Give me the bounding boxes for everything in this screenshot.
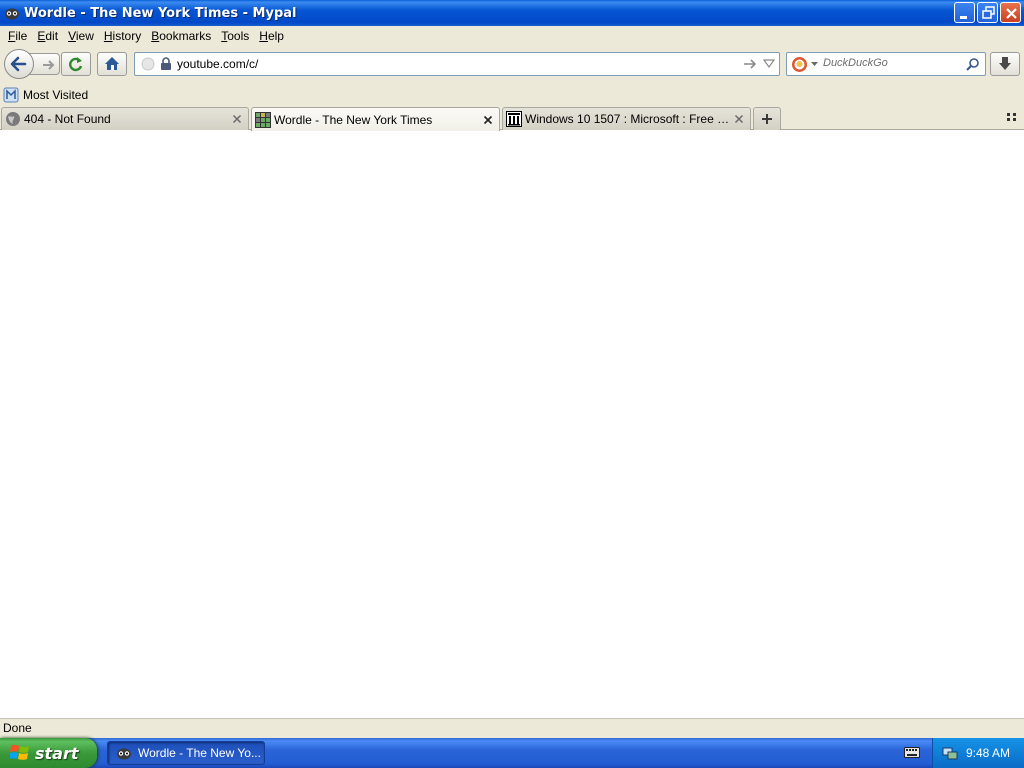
mypal-app-icon: [5, 8, 19, 20]
url-text: youtube.com/c/: [177, 57, 259, 71]
search-input[interactable]: DuckDuckGo: [823, 57, 888, 69]
reload-button[interactable]: [61, 52, 91, 76]
close-window-button[interactable]: [1000, 2, 1021, 23]
new-tab-button[interactable]: [753, 107, 781, 130]
close-tab-icon[interactable]: [480, 112, 496, 128]
history-dropdown-icon[interactable]: [763, 59, 775, 69]
window-title: Wordle - The New York Times - Mypal: [24, 5, 297, 21]
close-tab-icon[interactable]: [731, 111, 747, 127]
tab-windows-10-1507[interactable]: Windows 10 1507 : Microsoft : Free Dow..…: [502, 107, 751, 130]
tab-title: 404 - Not Found: [24, 112, 111, 126]
search-icon[interactable]: [966, 57, 980, 71]
home-icon: [105, 57, 119, 70]
downloads-button[interactable]: [990, 52, 1020, 76]
tab-404-not-found[interactable]: 404 - Not Found: [1, 107, 249, 130]
tab-title: Wordle - The New York Times: [274, 112, 433, 127]
reload-icon: [69, 57, 83, 72]
start-button[interactable]: start: [0, 738, 97, 768]
engine-dropdown-icon[interactable]: [811, 62, 818, 67]
tab-title: Windows 10 1507 : Microsoft : Free Dow..…: [525, 112, 731, 126]
window-titlebar[interactable]: Wordle - The New York Times - Mypal: [0, 0, 1024, 26]
search-bar[interactable]: DuckDuckGo: [786, 52, 986, 76]
globe-icon: [6, 112, 20, 126]
menu-help[interactable]: Help: [254, 26, 289, 46]
wordle-grid-icon: [255, 111, 271, 128]
taskbar-window-label: Wordle - The New Yo...: [138, 746, 261, 760]
clock: 9:48 AM: [966, 746, 1011, 760]
bookmark-most-visited[interactable]: Most Visited: [3, 86, 88, 104]
download-arrow-icon: [999, 57, 1011, 70]
tab-strip: 404 - Not Found Wordle - The New York Ti…: [0, 106, 1024, 131]
archive-icon: [506, 111, 522, 127]
close-tab-icon[interactable]: [229, 111, 245, 127]
start-label: start: [35, 743, 79, 763]
status-text: Done: [3, 721, 32, 735]
windows-taskbar: start Wordle - The New Yo... 9:48 AM: [0, 738, 1024, 768]
status-bar: Done: [0, 718, 1024, 738]
bookmark-folder-icon: [3, 87, 19, 103]
mypal-app-icon: [117, 748, 131, 760]
page-content[interactable]: [0, 130, 1024, 718]
back-arrow-icon: [10, 56, 27, 72]
lock-icon: [161, 57, 171, 70]
go-arrow-icon[interactable]: [743, 57, 757, 71]
restore-button[interactable]: [977, 2, 998, 23]
minimize-button[interactable]: [954, 2, 975, 23]
address-bar[interactable]: youtube.com/c/: [134, 52, 780, 76]
menu-edit[interactable]: Edit: [32, 26, 63, 46]
keyboard-icon[interactable]: [904, 745, 920, 759]
bookmark-label: Most Visited: [23, 88, 89, 102]
menu-tools[interactable]: Tools: [216, 26, 254, 46]
list-all-tabs-icon[interactable]: [1006, 111, 1018, 123]
duckduckgo-icon[interactable]: [791, 56, 808, 73]
network-icon[interactable]: [942, 745, 958, 761]
navigation-toolbar: youtube.com/c/ DuckDuckGo: [0, 46, 1024, 84]
menu-history[interactable]: History: [99, 26, 146, 46]
tab-wordle[interactable]: Wordle - The New York Times: [251, 107, 500, 131]
windows-logo-icon: [10, 744, 29, 760]
menu-bar: File Edit View History Bookmarks Tools H…: [0, 26, 1024, 46]
system-tray: 9:48 AM: [932, 738, 1024, 768]
back-button[interactable]: [4, 49, 34, 79]
menu-file[interactable]: File: [3, 26, 32, 46]
plus-icon: [762, 114, 772, 124]
taskbar-window-button[interactable]: Wordle - The New Yo...: [107, 741, 265, 765]
site-identity-icon[interactable]: [141, 57, 155, 71]
bookmarks-toolbar: Most Visited: [0, 84, 1024, 106]
home-button[interactable]: [97, 52, 127, 76]
menu-bookmarks[interactable]: Bookmarks: [146, 26, 216, 46]
menu-view[interactable]: View: [63, 26, 99, 46]
